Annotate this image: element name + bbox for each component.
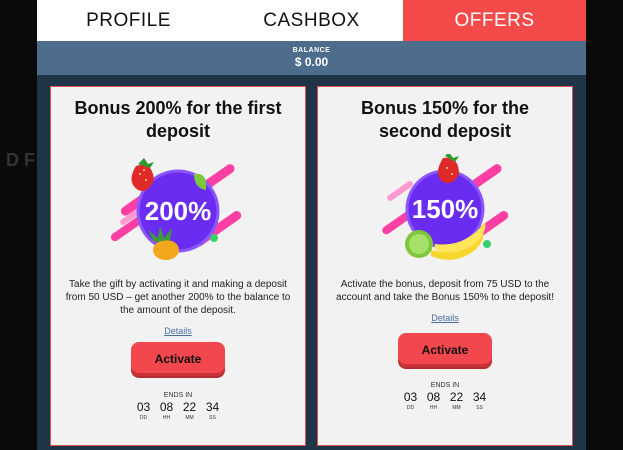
bonus-badge-image: 200% xyxy=(108,154,248,264)
balance-bar: BALANCE $ 0.00 xyxy=(37,41,586,75)
timer-value: 03 xyxy=(403,390,418,404)
badge-text: 200% xyxy=(145,196,212,226)
timer-unit: DD xyxy=(406,405,415,411)
timer-unit: SS xyxy=(209,415,216,421)
timer-days: 03 DD xyxy=(402,390,419,411)
countdown: ENDS IN 03 DD 08 HH 22 MM 34 SS xyxy=(135,392,221,421)
timer-unit: SS xyxy=(476,405,483,411)
timer-unit: MM xyxy=(452,405,461,411)
strawberry-icon xyxy=(131,158,154,191)
offers-panel: PROFILE CASHBOX OFFERS BALANCE $ 0.00 Bo… xyxy=(37,0,586,450)
timer-days: 03 DD xyxy=(135,400,152,421)
activate-button[interactable]: Activate xyxy=(131,342,225,376)
timer-value: 34 xyxy=(472,390,487,404)
badge-text: 150% xyxy=(412,194,479,224)
offer-description: Activate the bonus, deposit from 75 USD … xyxy=(336,279,554,303)
timer-value: 34 xyxy=(205,400,220,414)
timer-value: 03 xyxy=(136,400,151,414)
timer-unit: HH xyxy=(429,405,438,411)
offer-title: Bonus 200% for the first deposit xyxy=(74,98,282,141)
activate-button[interactable]: Activate xyxy=(398,333,492,367)
tab-offers[interactable]: OFFERS xyxy=(403,0,586,41)
offer-card-second-deposit: Bonus 150% for the second deposit 150% A… xyxy=(317,86,573,446)
details-link[interactable]: Details xyxy=(164,326,192,336)
timer-hours: 08 HH xyxy=(425,390,442,411)
timer-unit: MM xyxy=(185,415,194,421)
bonus-badge-image: 150% xyxy=(375,154,515,264)
tab-profile[interactable]: PROFILE xyxy=(37,0,220,41)
timer-value: 22 xyxy=(449,390,464,404)
strawberry-icon xyxy=(438,154,459,183)
ends-in-label: ENDS IN xyxy=(430,382,460,389)
timer-minutes: 22 MM xyxy=(448,390,465,411)
lime-icon xyxy=(405,230,433,258)
countdown: ENDS IN 03 DD 08 HH 22 MM 34 SS xyxy=(402,382,488,411)
tab-bar: PROFILE CASHBOX OFFERS xyxy=(37,0,586,41)
timer-minutes: 22 MM xyxy=(181,400,198,421)
ends-in-label: ENDS IN xyxy=(163,392,193,399)
timer-value: 08 xyxy=(159,400,174,414)
tab-cashbox[interactable]: CASHBOX xyxy=(220,0,403,41)
offer-title: Bonus 150% for the second deposit xyxy=(360,98,530,141)
timer-value: 08 xyxy=(426,390,441,404)
timer-value: 22 xyxy=(182,400,197,414)
offer-card-first-deposit: Bonus 200% for the first deposit 200% Ta… xyxy=(50,86,306,446)
timer-unit: DD xyxy=(139,415,148,421)
balance-label: BALANCE xyxy=(292,47,331,54)
timer-unit: HH xyxy=(162,415,171,421)
timer-hours: 08 HH xyxy=(158,400,175,421)
countdown-timer: 03 DD 08 HH 22 MM 34 SS xyxy=(135,400,221,421)
timer-seconds: 34 SS xyxy=(204,400,221,421)
balance-value: $ 0.00 xyxy=(294,55,329,69)
offer-description: Take the gift by activating it and makin… xyxy=(65,279,291,316)
details-link[interactable]: Details xyxy=(431,313,459,323)
countdown-timer: 03 DD 08 HH 22 MM 34 SS xyxy=(402,390,488,411)
timer-seconds: 34 SS xyxy=(471,390,488,411)
background-text: D F xyxy=(6,150,35,170)
